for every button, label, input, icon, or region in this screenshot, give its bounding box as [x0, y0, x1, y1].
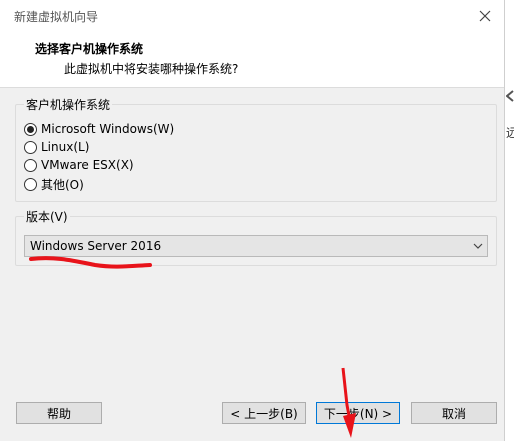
page-subtitle: 此虚拟机中将安装哪种操作系统? [64, 62, 239, 76]
chevron-left-icon [506, 90, 514, 102]
version-selected-value: Windows Server 2016 [30, 239, 162, 253]
version-group-label: 版本(V) [24, 208, 70, 225]
background-window-fragment [505, 0, 514, 441]
close-icon [479, 10, 491, 22]
next-button[interactable]: 下一步(N) > [316, 402, 400, 424]
guest-os-group-label: 客户机操作系统 [24, 96, 113, 113]
close-button[interactable] [472, 4, 498, 28]
wizard-header: 选择客户机操作系统 此虚拟机中将安装哪种操作系统? [0, 32, 504, 88]
radio-label: 其他(O) [41, 178, 84, 192]
radio-selected-icon [24, 122, 37, 136]
radio-microsoft-windows[interactable]: Microsoft Windows(W) [24, 122, 174, 136]
back-button[interactable]: < 上一步(B) [222, 402, 306, 424]
version-group: 版本(V) Windows Server 2016 [15, 208, 497, 266]
radio-unselected-icon [24, 158, 37, 172]
version-dropdown[interactable]: Windows Server 2016 [24, 235, 488, 257]
help-button[interactable]: 帮助 [16, 402, 102, 424]
background-window-text: 远 [506, 126, 514, 140]
new-vm-wizard-window: 新建虚拟机向导 选择客户机操作系统 此虚拟机中将安装哪种操作系统? 客户机操作系… [0, 0, 505, 441]
radio-linux[interactable]: Linux(L) [24, 140, 89, 154]
radio-label: VMware ESX(X) [41, 158, 134, 172]
title-bar: 新建虚拟机向导 [0, 0, 504, 32]
radio-vmware-esx[interactable]: VMware ESX(X) [24, 158, 134, 172]
radio-unselected-icon [24, 178, 37, 191]
radio-other[interactable]: 其他(O) [24, 176, 84, 193]
window-title: 新建虚拟机向导 [14, 10, 99, 24]
radio-unselected-icon [24, 140, 37, 154]
cancel-button[interactable]: 取消 [411, 402, 497, 424]
radio-label: Microsoft Windows(W) [41, 122, 175, 136]
page-title: 选择客户机操作系统 [35, 42, 144, 56]
radio-label: Linux(L) [41, 140, 90, 154]
guest-os-group: 客户机操作系统 Microsoft Windows(W) Linux(L) VM… [15, 96, 497, 202]
chevron-down-icon [469, 243, 487, 249]
